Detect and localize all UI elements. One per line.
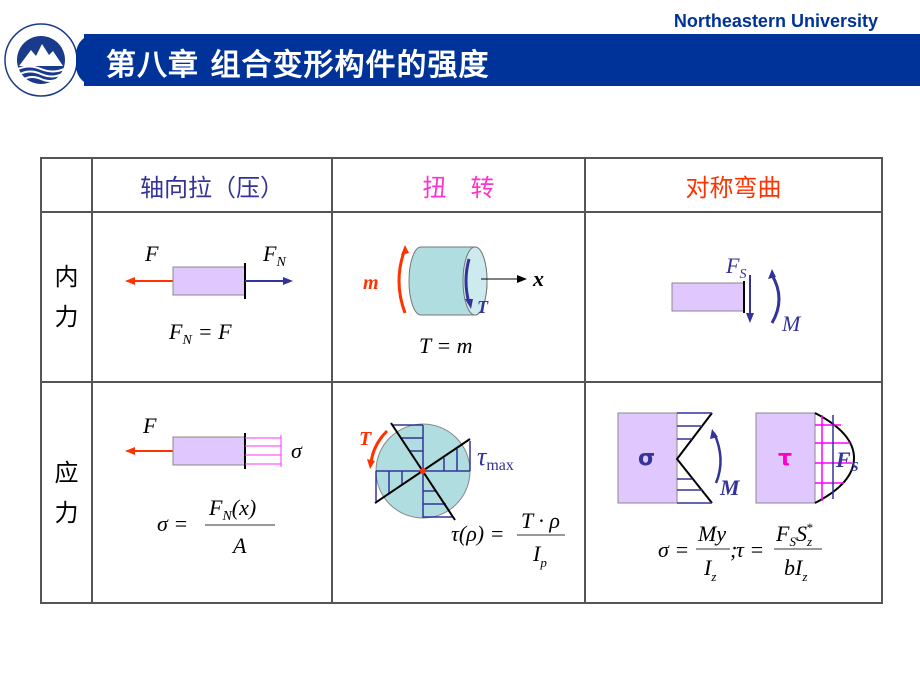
arrowhead <box>746 313 754 323</box>
torsion-stress-diagram: T τmax τ(ρ) = T · ρ Ip <box>359 422 565 570</box>
formula-T-eq-m: T = m <box>419 333 473 358</box>
torsion-diagram: m T x T = m <box>363 245 544 358</box>
formula-tau-lhs: τ = <box>736 537 764 562</box>
formula-tau-den: bIz <box>784 555 807 584</box>
title-bar: 第八章 组合变形构件的强度 <box>76 34 920 86</box>
brand-name: Northeastern University <box>673 11 878 31</box>
formula-FN-eq-F: FN = F <box>168 319 232 348</box>
chapter-title: 第八章 组合变形构件的强度 <box>106 48 490 83</box>
arrowhead <box>401 245 409 255</box>
label-F: F <box>142 413 157 438</box>
normal-stress-arrows <box>677 412 712 504</box>
beam-segment <box>671 282 745 312</box>
formula-sigma-den: Iz <box>703 555 716 584</box>
row-label-internal-force: 内 力 <box>40 211 93 383</box>
label-Fs: FS <box>835 447 859 475</box>
axial-stress-diagram: F σ σ = FN(x) A <box>125 413 303 558</box>
row-label-char: 力 <box>54 498 79 527</box>
cell-bending-internal: FS M <box>584 211 883 383</box>
bar-segment <box>172 436 246 466</box>
row-label-char: 力 <box>54 303 79 331</box>
label-tau-max: τmax <box>477 442 514 474</box>
formula-lhs: τ(ρ) = <box>451 521 504 546</box>
university-seal-icon <box>4 23 78 97</box>
label-sigma: σ <box>291 438 303 463</box>
formula-denominator: Ip <box>532 541 547 570</box>
tau-label: τ <box>778 446 792 471</box>
stress-arrows <box>245 435 282 467</box>
formula-numerator: FN(x) <box>208 495 256 524</box>
cell-torsion-internal: m T x T = m <box>331 211 586 383</box>
arrowhead <box>125 277 135 285</box>
axial-force-diagram: F FN FN = F <box>125 241 293 348</box>
col-header-label: 扭 转 <box>422 173 495 202</box>
moment-arc <box>770 274 781 324</box>
col-header-axial: 轴向拉（压） <box>91 157 333 213</box>
col-header-torsion: 扭 转 <box>331 157 586 213</box>
formula-sigma-num: My <box>697 521 726 546</box>
cell-bending-stress: σ M τ FS σ = My Iz ; τ = FSSz* bIz <box>584 381 883 604</box>
label-F: F <box>144 241 159 266</box>
arrowhead <box>517 275 527 283</box>
bending-stress-diagram: σ M τ FS σ = My Iz ; τ = FSSz* bIz <box>617 412 859 584</box>
sigma-label: σ <box>638 446 655 471</box>
col-header-label: 对称弯曲 <box>685 173 782 202</box>
arrowhead <box>125 447 135 455</box>
cell-axial-internal: F FN FN = F <box>91 211 333 383</box>
table-row: 应 力 F σ σ = FN(x) A T τmax τ(ρ) = T · ρ … <box>40 381 883 604</box>
label-m: m <box>363 272 379 294</box>
formula-numerator: T · ρ <box>521 508 560 533</box>
table-header-row: 轴向拉（压） 扭 转 对称弯曲 <box>40 157 883 213</box>
formula-tau-num: FSSz* <box>775 520 813 549</box>
formula-sigma-lhs: σ = <box>658 537 689 562</box>
label-T: T <box>477 297 489 317</box>
formula-denominator: A <box>231 533 247 558</box>
row-label-char: 内 <box>54 263 79 291</box>
label-M: M <box>719 475 741 500</box>
cell-torsion-stress: T τmax τ(ρ) = T · ρ Ip <box>331 381 586 604</box>
row-label-stress: 应 力 <box>40 381 93 604</box>
label-FN: FN <box>262 241 286 270</box>
center-point <box>420 468 426 474</box>
col-header-bending: 对称弯曲 <box>584 157 883 213</box>
moment-arc <box>397 248 407 314</box>
label-Fs: FS <box>725 253 746 282</box>
table-row: 内 力 F FN FN = F m T x T = m FS M <box>40 211 883 383</box>
col-header-label: 轴向拉（压） <box>140 173 284 202</box>
arrowhead <box>283 277 293 285</box>
bending-internal-diagram: FS M <box>671 253 802 336</box>
label-M: M <box>781 311 802 336</box>
bar-segment <box>172 266 246 296</box>
label-T: T <box>359 428 372 450</box>
summary-table: 轴向拉（压） 扭 转 对称弯曲 内 力 F FN FN = F m T x T … <box>40 157 883 604</box>
cell-axial-stress: F σ σ = FN(x) A <box>91 381 333 604</box>
arrowhead <box>367 459 375 469</box>
row-label-char: 应 <box>54 458 79 487</box>
corner-cell <box>40 157 93 213</box>
label-x: x <box>532 266 544 291</box>
formula-lhs: σ = <box>157 511 188 536</box>
